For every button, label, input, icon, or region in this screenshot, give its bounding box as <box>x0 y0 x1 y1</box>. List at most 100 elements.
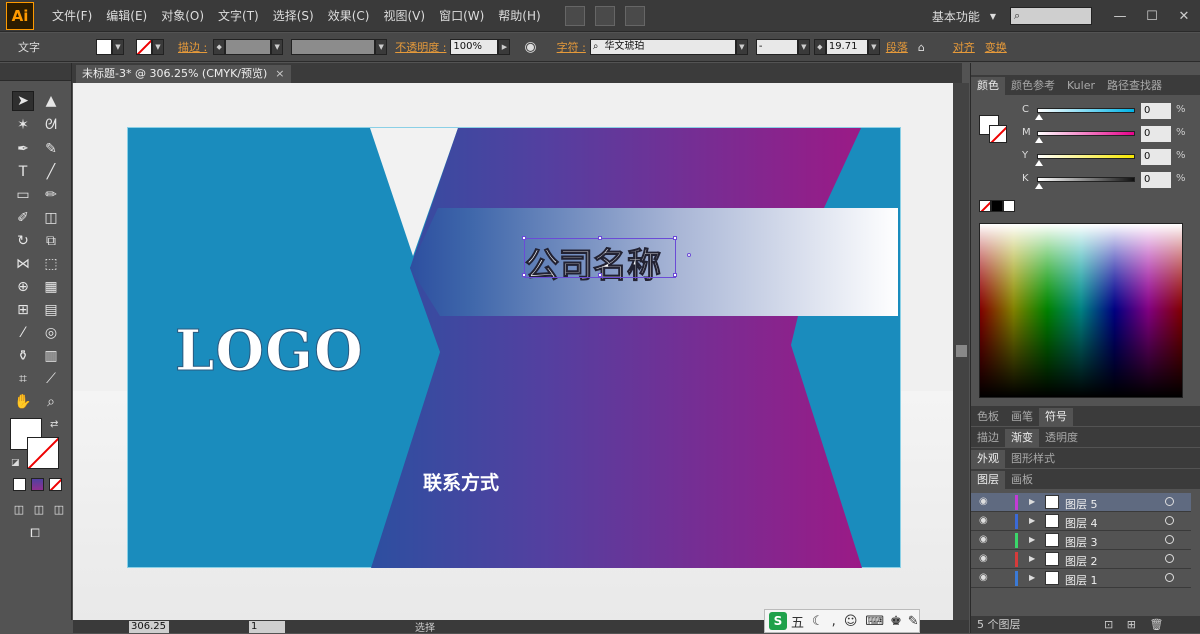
black-value[interactable]: 0 <box>1141 172 1171 188</box>
variable-width-field[interactable] <box>291 39 376 55</box>
font-family-field[interactable]: ⌕ 华文琥珀 <box>589 39 736 55</box>
scrollbar-thumb[interactable] <box>956 345 967 357</box>
font-size-stepper[interactable]: ◆ <box>813 39 826 55</box>
expand-icon[interactable]: ▶ <box>1029 573 1035 582</box>
draw-normal-icon[interactable]: ◫ <box>8 499 30 519</box>
slice-tool-icon[interactable]: ⟋ <box>40 369 62 389</box>
black-thumb[interactable] <box>1035 183 1043 189</box>
tab-stroke[interactable]: 描边 <box>971 429 1005 447</box>
menu-edit[interactable]: 编辑(E) <box>106 7 147 24</box>
scale-tool-icon[interactable]: ⧉ <box>40 231 62 251</box>
business-card-artboard[interactable]: LOGO 公司名称 联系方式 <box>127 127 901 568</box>
shape-builder-tool-icon[interactable]: ⊕ <box>12 277 34 297</box>
menu-type[interactable]: 文字(T) <box>218 7 259 24</box>
gradient-tool-icon[interactable]: ▤ <box>40 300 62 320</box>
logo-text[interactable]: LOGO <box>175 318 364 385</box>
layer-row[interactable]: ◉ ▶ 图层 2 <box>971 550 1191 569</box>
tab-color-guide[interactable]: 颜色参考 <box>1005 77 1061 95</box>
layer-name[interactable]: 图层 3 <box>1065 534 1098 550</box>
tab-kuler[interactable]: Kuler <box>1061 77 1101 95</box>
perspective-grid-tool-icon[interactable]: ▦ <box>40 277 62 297</box>
zoom-field[interactable]: 306.25 <box>129 620 169 633</box>
chevron-down-icon[interactable]: ▼ <box>990 12 996 21</box>
close-icon[interactable]: × <box>275 67 284 80</box>
moon-icon[interactable]: ☾ <box>812 614 824 629</box>
menu-window[interactable]: 窗口(W) <box>439 7 484 24</box>
paintbrush-tool-icon[interactable]: ✏ <box>40 185 62 205</box>
curvature-tool-icon[interactable]: ✎ <box>40 139 62 159</box>
expand-icon[interactable]: ▶ <box>1029 497 1035 506</box>
draw-behind-icon[interactable]: ◫ <box>28 499 50 519</box>
eye-icon[interactable]: ◉ <box>979 534 988 545</box>
layer-row[interactable]: ◉ ▶ 图层 4 <box>971 512 1191 531</box>
yellow-thumb[interactable] <box>1035 160 1043 166</box>
color-mode-icon[interactable] <box>13 478 26 491</box>
target-icon[interactable] <box>1165 497 1174 506</box>
tab-gradient[interactable]: 渐变 <box>1005 429 1039 447</box>
hand-tool-icon[interactable]: ✋ <box>12 392 34 412</box>
recolor-icon[interactable]: ◉ <box>524 39 536 55</box>
layer-name[interactable]: 图层 2 <box>1065 553 1098 569</box>
stroke-weight-field[interactable] <box>225 39 272 55</box>
line-tool-icon[interactable]: ╱ <box>40 162 62 182</box>
tab-pathfinder[interactable]: 路径查找器 <box>1101 77 1168 95</box>
tab-graphic-styles[interactable]: 图形样式 <box>1005 450 1061 468</box>
pen-tool-icon[interactable]: ✒ <box>12 139 34 159</box>
emoji-icon[interactable]: ☺ <box>844 614 858 629</box>
fill-swatch[interactable] <box>96 39 112 55</box>
cyan-bar[interactable] <box>1037 108 1135 113</box>
type-tool-icon[interactable]: T <box>12 162 34 182</box>
expand-icon[interactable]: ▶ <box>1029 554 1035 563</box>
character-label[interactable]: 字符 : <box>557 39 586 55</box>
expand-icon[interactable]: ▶ <box>1029 516 1035 525</box>
ime-toolbar[interactable]: S 五 ☾ , ☺ ⌨ ♚ ✎ <box>764 609 920 633</box>
tab-symbols[interactable]: 符号 <box>1039 408 1073 426</box>
canvas-area[interactable]: LOGO 公司名称 联系方式 <box>73 83 953 620</box>
maximize-button[interactable]: ☐ <box>1136 6 1168 26</box>
arrange-documents-icon[interactable] <box>594 5 615 26</box>
font-style-field[interactable]: - <box>755 39 798 55</box>
selection-handle[interactable] <box>598 236 602 240</box>
white-swatch[interactable] <box>1003 200 1015 212</box>
stroke-stepper[interactable]: ◆ <box>213 39 226 55</box>
eyedropper-tool-icon[interactable]: ⁄ <box>12 323 34 343</box>
stroke-weight-dropdown[interactable]: ▼ <box>271 39 284 55</box>
layer-name[interactable]: 图层 4 <box>1065 515 1098 531</box>
tab-layers[interactable]: 图层 <box>971 471 1005 489</box>
black-swatch[interactable] <box>991 200 1003 212</box>
eye-icon[interactable]: ◉ <box>979 496 988 507</box>
gpu-performance-icon[interactable] <box>624 5 645 26</box>
status-text[interactable]: 选择 <box>415 619 435 634</box>
tab-appearance[interactable]: 外观 <box>971 450 1005 468</box>
menu-select[interactable]: 选择(S) <box>273 7 314 24</box>
stroke-label[interactable]: 描边 : <box>178 39 207 55</box>
minimize-button[interactable]: — <box>1104 6 1136 26</box>
punctuation-icon[interactable]: , <box>832 614 836 629</box>
eye-icon[interactable]: ◉ <box>979 515 988 526</box>
magenta-thumb[interactable] <box>1035 137 1043 143</box>
blend-tool-icon[interactable]: ◎ <box>40 323 62 343</box>
opacity-field[interactable]: 100% <box>450 39 499 55</box>
cyan-thumb[interactable] <box>1035 114 1043 120</box>
selection-handle[interactable] <box>598 273 602 277</box>
variable-width-dropdown[interactable]: ▼ <box>375 39 388 55</box>
direct-selection-tool-icon[interactable]: ▲ <box>40 91 62 111</box>
opacity-arrow[interactable]: ▶ <box>498 39 511 55</box>
selection-tool-icon[interactable]: ➤ <box>12 91 34 111</box>
menu-help[interactable]: 帮助(H) <box>498 7 540 24</box>
black-slider[interactable]: K 0 % <box>971 170 1200 192</box>
layer-name[interactable]: 图层 5 <box>1065 496 1098 512</box>
selection-handle[interactable] <box>673 273 677 277</box>
magenta-slider[interactable]: M 0 % <box>971 124 1200 146</box>
color-spectrum[interactable] <box>979 223 1183 398</box>
column-graph-tool-icon[interactable]: ▥ <box>40 346 62 366</box>
text-area-icon[interactable]: ⌂ <box>918 41 925 54</box>
text-selection-box[interactable] <box>522 236 691 278</box>
vertical-scrollbar[interactable] <box>953 83 969 620</box>
expand-icon[interactable]: ▶ <box>1029 535 1035 544</box>
tab-brushes[interactable]: 画笔 <box>1005 408 1039 426</box>
close-window-button[interactable]: ✕ <box>1168 6 1200 26</box>
target-icon[interactable] <box>1165 516 1174 525</box>
default-fill-stroke-icon[interactable]: ◪ <box>11 458 20 468</box>
cyan-value[interactable]: 0 <box>1141 103 1171 119</box>
